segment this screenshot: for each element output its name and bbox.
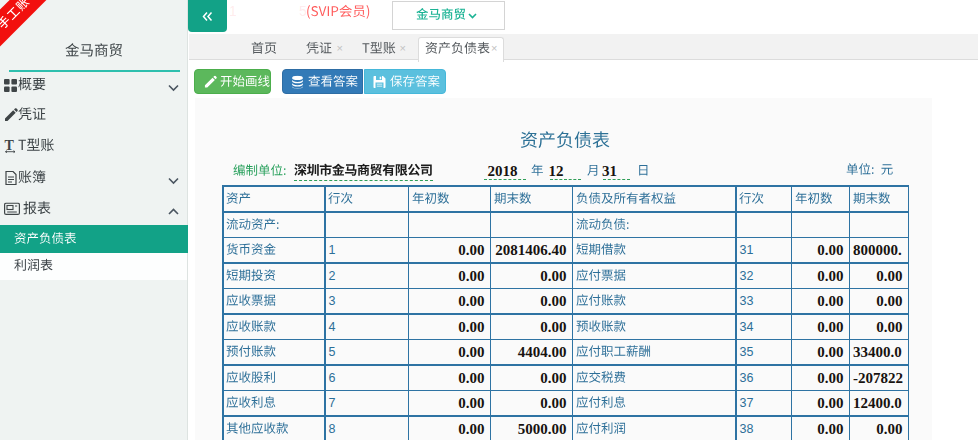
- svg-text:T: T: [5, 138, 15, 153]
